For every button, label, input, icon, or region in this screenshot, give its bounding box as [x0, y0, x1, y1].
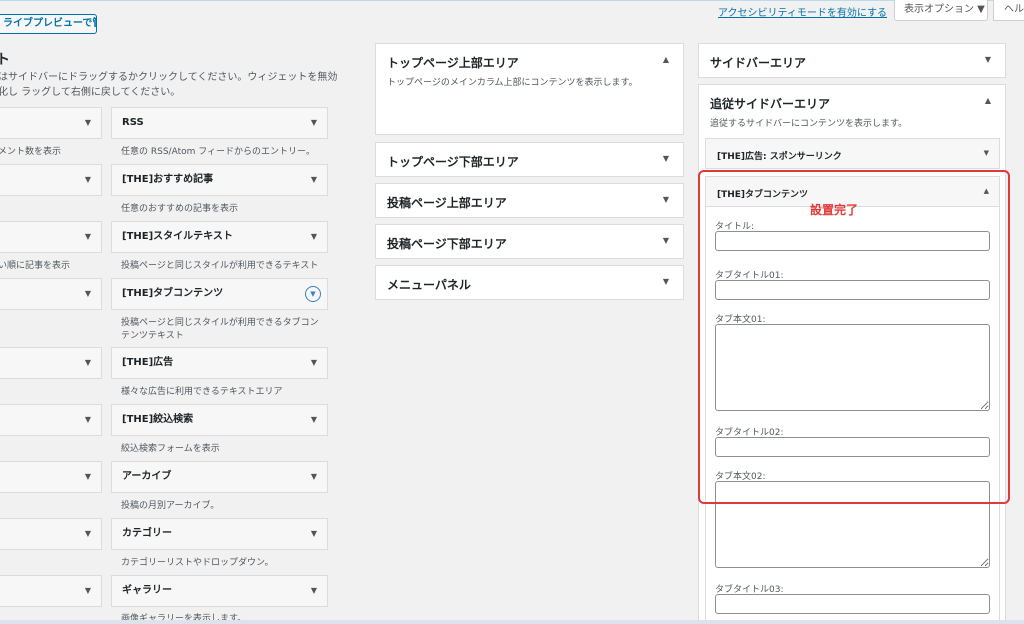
tab-body-02-textarea[interactable] [715, 481, 990, 568]
chevron-down-icon: ▼ [662, 277, 669, 286]
widget-left-8[interactable]: ▼ [0, 518, 102, 550]
widget-left-2[interactable]: ▼ [0, 164, 102, 196]
widget-left-5[interactable]: ▼ [0, 347, 102, 379]
area-top-page-upper[interactable]: トップページ上部エリア ▲ トップページのメインカラム上部にコンテンツを表示しま… [375, 43, 684, 135]
widget-filter-search[interactable]: [THE]絞込検索 ▼ [111, 404, 328, 436]
chevron-down-icon: ▼ [84, 415, 91, 424]
area-description: 追従するサイドバーにコンテンツを表示します。 [710, 119, 908, 129]
area-title: トップページ下部エリア [387, 155, 519, 169]
chevron-down-icon: ▼ [84, 358, 91, 367]
widget-name: [THE]広告 [122, 357, 174, 368]
chevron-down-icon[interactable]: ▼ [984, 149, 989, 157]
widget-name: RSS [122, 117, 144, 128]
area-title: サイドバーエリア [710, 56, 807, 70]
widget-name: カテゴリー [122, 528, 172, 539]
area-title: 投稿ページ下部エリア [387, 237, 507, 251]
widget-desc: 任意の RSS/Atom フィードからのエントリー。 [121, 147, 315, 157]
area-post-lower[interactable]: 投稿ページ下部エリア ▼ [375, 224, 684, 259]
chevron-up-icon[interactable]: ▲ [663, 55, 669, 64]
chevron-down-icon: ▼ [84, 529, 91, 538]
chevron-down-icon: ▼ [84, 118, 91, 127]
chevron-up-icon[interactable]: ▲ [985, 96, 991, 105]
chevron-down-icon: ▼ [310, 586, 317, 595]
tab-title-03-input[interactable] [715, 594, 990, 614]
widget-desc: 絞込検索フォームを表示 [121, 444, 220, 454]
chevron-down-icon: ▼ [310, 175, 317, 184]
chevron-down-icon: ▼ [310, 415, 317, 424]
widget-desc: カテゴリーリストやドロップダウン。 [121, 558, 274, 568]
widget-desc: 任意のおすすめの記事を表示 [121, 204, 239, 214]
chevron-down-icon: ▼ [84, 232, 91, 241]
accessibility-mode-link[interactable]: アクセシビリティモードを有効にする [718, 4, 887, 19]
chevron-down-icon: ▼ [310, 118, 317, 127]
chevron-down-icon: ▼ [984, 55, 991, 64]
chevron-down-icon: ▼ [662, 195, 669, 204]
area-post-upper[interactable]: 投稿ページ上部エリア ▼ [375, 183, 684, 218]
widget-left-1-desc: メント数を表示 [0, 147, 62, 157]
chevron-down-icon: ▼ [84, 175, 91, 184]
widget-name: [THE]絞込検索 [122, 414, 194, 425]
widget-left-6[interactable]: ▼ [0, 404, 102, 436]
annotation-label: 設置完了 [810, 203, 859, 217]
chevron-down-icon: ▼ [662, 154, 669, 163]
help-button[interactable]: ヘルプ [993, 0, 1024, 21]
tab-title-02-input[interactable] [715, 437, 990, 457]
widget-title: [THE]広告: スポンサーリンク [717, 152, 842, 162]
widget-name: [THE]おすすめ記事 [122, 174, 214, 185]
chevron-down-icon: ▼ [310, 529, 317, 538]
chevron-down-icon[interactable]: ▼ [305, 286, 321, 302]
sponsored-ad-widget[interactable]: [THE]広告: スポンサーリンク ▼ [705, 138, 1000, 169]
screen-options-button[interactable]: 表示オプション ▼ [894, 0, 988, 21]
widget-name: ギャラリー [122, 585, 172, 596]
widget-category[interactable]: カテゴリー ▼ [111, 518, 328, 550]
top-border [0, 0, 1024, 1]
widget-desc: 様々な広告に利用できるテキストエリア [121, 387, 283, 397]
widget-name: [THE]スタイルテキスト [122, 231, 233, 242]
widget-style-text[interactable]: [THE]スタイルテキスト ▼ [111, 221, 328, 253]
widget-left-3[interactable]: ▼ [0, 221, 102, 253]
widget-title: [THE]タブコンテンツ [717, 190, 809, 200]
area-menu-panel[interactable]: メニューパネル ▼ [375, 265, 684, 300]
chevron-down-icon: ▼ [84, 472, 91, 481]
widget-tab-contents[interactable]: [THE]タブコンテンツ ▼ [111, 278, 328, 310]
widget-rss[interactable]: RSS ▼ [111, 107, 328, 139]
title-input[interactable] [715, 231, 990, 251]
area-title: 投稿ページ上部エリア [387, 196, 507, 210]
chevron-down-icon: ▼ [84, 289, 91, 298]
area-title: 追従サイドバーエリア [710, 97, 831, 111]
area-description: トップページのメインカラム上部にコンテンツを表示します。 [387, 78, 638, 88]
area-title: トップページ上部エリア [387, 56, 519, 70]
widget-left-7[interactable]: ▼ [0, 461, 102, 493]
chevron-up-icon[interactable]: ▲ [984, 187, 989, 195]
widget-archive[interactable]: アーカイブ ▼ [111, 461, 328, 493]
bottom-edge [0, 620, 1024, 624]
widget-left-4[interactable]: ▼ [0, 278, 102, 310]
widget-ad[interactable]: [THE]広告 ▼ [111, 347, 328, 379]
chevron-down-icon: ▼ [662, 236, 669, 245]
widget-name: アーカイブ [122, 471, 172, 482]
tab-body-01-textarea[interactable] [715, 324, 990, 411]
tab-title-01-input[interactable] [715, 280, 990, 300]
widget-desc: 投稿ページと同じスタイルが利用できるテキスト [121, 261, 319, 271]
chevron-down-icon: ▼ [310, 232, 317, 241]
area-sidebar[interactable]: サイドバーエリア ▼ [698, 43, 1006, 78]
available-widgets-title: ト [0, 52, 10, 68]
area-top-page-lower[interactable]: トップページ下部エリア ▼ [375, 142, 684, 177]
widget-left-1[interactable]: ▼ [0, 107, 102, 139]
widget-desc: 投稿ページと同じスタイルが利用できるタブコンテンツテキスト [121, 318, 319, 341]
chevron-down-icon: ▼ [310, 358, 317, 367]
chevron-down-icon: ▼ [310, 472, 317, 481]
live-preview-button[interactable]: ライブプレビューで管理 [0, 14, 97, 34]
widget-recommended[interactable]: [THE]おすすめ記事 ▼ [111, 164, 328, 196]
widget-name: [THE]タブコンテンツ [122, 288, 224, 299]
widget-left-3-desc: い順に記事を表示 [0, 261, 71, 271]
widget-left-9[interactable]: ▼ [0, 575, 102, 607]
widget-gallery[interactable]: ギャラリー ▼ [111, 575, 328, 607]
chevron-down-icon: ▼ [84, 586, 91, 595]
widget-desc: 投稿の月別アーカイブ。 [121, 501, 220, 511]
available-widgets-description: はサイドバーにドラッグするかクリックしてください。ウィジェットを無効化し ラッグ… [0, 72, 338, 98]
area-title: メニューパネル [387, 278, 471, 292]
